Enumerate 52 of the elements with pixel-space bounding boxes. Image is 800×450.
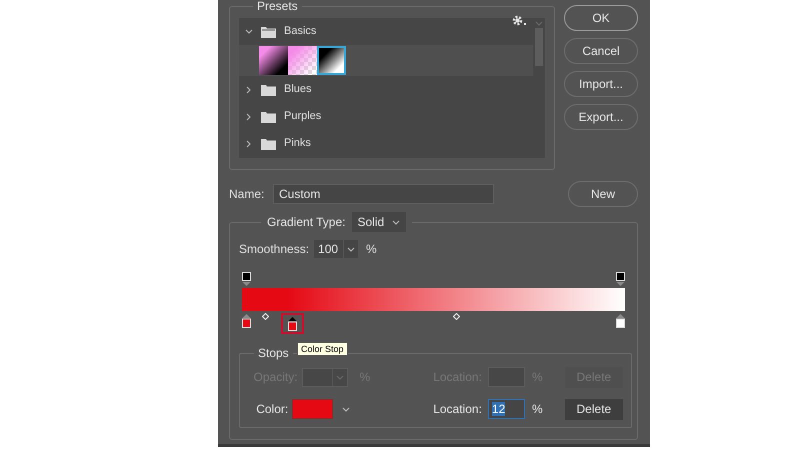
- percent-label: %: [360, 369, 370, 386]
- percent-label: %: [366, 241, 377, 258]
- dialog-button[interactable]: Import...: [564, 71, 638, 97]
- caret-icon: [535, 21, 543, 26]
- dialog-button[interactable]: Export...: [564, 104, 638, 130]
- new-button[interactable]: New: [568, 181, 638, 207]
- folder-name[interactable]: Pinks: [284, 135, 311, 152]
- folder-name[interactable]: Blues: [284, 81, 312, 98]
- percent-label: %: [532, 369, 543, 386]
- color-stop-icon[interactable]: [242, 314, 251, 328]
- stop-label: Color:: [256, 401, 288, 418]
- caret-icon: [392, 220, 400, 224]
- folder-icon: [261, 110, 276, 122]
- folder-icon: [261, 84, 276, 96]
- opacity-stop-icon[interactable]: [242, 272, 251, 286]
- gradient-swatch[interactable]: [317, 46, 346, 75]
- chevron-icon[interactable]: [245, 112, 253, 120]
- delete-button[interactable]: Delete: [564, 398, 623, 420]
- color-stop-icon[interactable]: [288, 316, 297, 330]
- dialog-button[interactable]: OK: [564, 5, 638, 31]
- dialog-button[interactable]: Cancel: [564, 38, 638, 64]
- gradient-type-label: Gradient Type:: [267, 214, 346, 231]
- gradient-swatch[interactable]: [259, 46, 288, 75]
- chevron-icon[interactable]: [245, 140, 253, 148]
- percent-label: %: [532, 401, 543, 418]
- smoothness-label: Smoothness:: [239, 241, 310, 258]
- location-field[interactable]: 12: [488, 399, 526, 419]
- caret-icon: [342, 406, 350, 412]
- opacity-stop-icon[interactable]: [616, 272, 625, 286]
- presets-title: Presets: [256, 0, 299, 14]
- stops-title: Stops: [257, 346, 290, 360]
- caret-icon: [336, 374, 344, 380]
- name-label: Name:: [229, 186, 266, 203]
- gear-icon[interactable]: [512, 15, 528, 26]
- midpoint-icon[interactable]: [262, 313, 269, 320]
- color-stop-icon[interactable]: [616, 314, 625, 328]
- name-field[interactable]: Custom: [273, 184, 494, 204]
- gradient-type-select[interactable]: Solid: [352, 212, 406, 232]
- opacity-field[interactable]: [302, 368, 348, 386]
- folder-icon: [261, 138, 276, 150]
- color-swatch[interactable]: [292, 399, 334, 419]
- caret-icon: [347, 246, 356, 252]
- tooltip: Color Stop: [297, 342, 348, 356]
- midpoint-icon[interactable]: [453, 313, 460, 320]
- chevron-icon[interactable]: [245, 28, 253, 36]
- folder-icon: [261, 26, 276, 38]
- folder-name[interactable]: Basics: [284, 23, 316, 40]
- chevron-icon[interactable]: [245, 86, 253, 94]
- smoothness-field[interactable]: 100: [314, 240, 358, 258]
- folder-name[interactable]: Purples: [284, 108, 322, 125]
- location-label: Location:: [433, 401, 482, 418]
- gradient-swatch[interactable]: [288, 46, 317, 75]
